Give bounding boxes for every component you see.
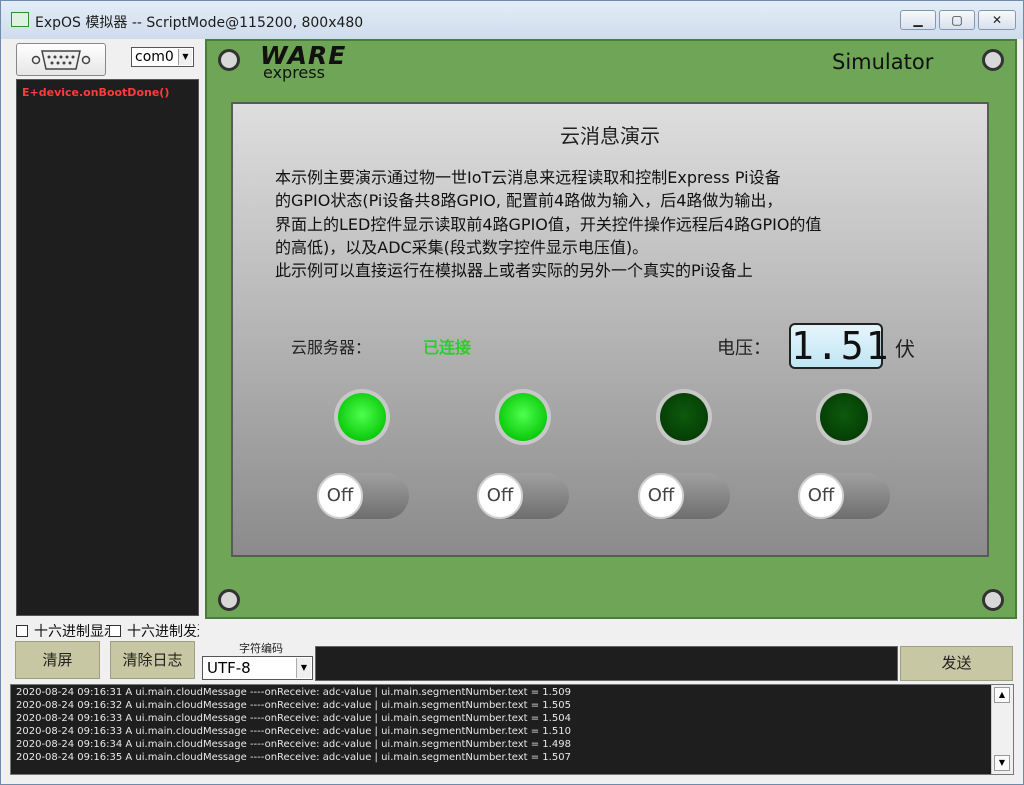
log-scrollbar[interactable]: ▲ ▼ [991, 685, 1013, 774]
title-bar: ExpOS 模拟器 -- ScriptMode@115200, 800x480 … [1, 1, 1023, 39]
console-line: E+device.onBootDone() [22, 86, 170, 99]
log-line: 2020-08-24 09:16:32 A ui.main.cloudMessa… [16, 700, 571, 711]
led-indicator-1 [334, 389, 390, 445]
server-status: 已连接 [423, 338, 472, 357]
log-line: 2020-08-24 09:16:33 A ui.main.cloudMessa… [16, 713, 571, 724]
simulator-board: WARE express Simulator 云消息演示 本示例主要演示通过物一… [205, 39, 1017, 619]
minimize-button[interactable]: ▁ [900, 10, 936, 30]
description-line: 的高低)，以及ADC采集(段式数字控件显示电压值)。 [275, 237, 649, 257]
gpio-switch-1[interactable]: Off [317, 473, 409, 519]
gpio-switch-4[interactable]: Off [798, 473, 890, 519]
chevron-down-icon: ▼ [178, 49, 192, 65]
led-indicator-2 [495, 389, 551, 445]
send-button[interactable]: 发送 [900, 646, 1013, 681]
screw-icon [218, 49, 240, 71]
log-panel[interactable]: 2020-08-24 09:16:31 A ui.main.cloudMessa… [10, 684, 1014, 775]
switch-knob: Off [317, 473, 363, 519]
window-title: ExpOS 模拟器 -- ScriptMode@115200, 800x480 [35, 15, 364, 31]
encoding-label: 字符编码 [239, 642, 283, 655]
description-line: 的GPIO状态(Pi设备共8路GPIO, 配置前4路做为输入，后4路做为输出， [275, 191, 783, 211]
scroll-up-icon[interactable]: ▲ [994, 687, 1010, 703]
chevron-down-icon: ▼ [296, 658, 311, 678]
simulator-label: Simulator [832, 50, 934, 74]
voltage-label: 电压： [717, 338, 771, 359]
device-console[interactable]: E+device.onBootDone() [16, 79, 199, 616]
hex-send-checkbox[interactable]: 十六进制发送 [109, 621, 199, 637]
screw-icon [218, 589, 240, 611]
brand-logo-express: express [263, 63, 325, 82]
hex-display-label: 十六进制显示 [34, 624, 111, 637]
led-light [338, 393, 386, 441]
led-indicator-3 [656, 389, 712, 445]
port-select-value: com0 [135, 49, 174, 65]
log-line: 2020-08-24 09:16:34 A ui.main.cloudMessa… [16, 739, 571, 750]
hex-display-checkbox[interactable]: 十六进制显示 [16, 621, 111, 637]
device-screen: 云消息演示 本示例主要演示通过物一世IoT云消息来远程读取和控制Express … [231, 102, 989, 557]
description-line: 本示例主要演示通过物一世IoT云消息来远程读取和控制Express Pi设备 [275, 168, 781, 187]
screw-icon [982, 589, 1004, 611]
maximize-button[interactable]: ▢ [939, 10, 975, 30]
description: 本示例主要演示通过物一世IoT云消息来远程读取和控制Express Pi设备 的… [275, 166, 975, 282]
encoding-value: UTF-8 [207, 659, 251, 677]
app-window-icon [11, 12, 29, 27]
description-line: 界面上的LED控件显示读取前4路GPIO值，开关控件操作远程后4路GPIO的值 [275, 214, 822, 234]
led-light [499, 393, 547, 441]
hex-send-label: 十六进制发送 [127, 624, 199, 637]
port-select[interactable]: com0 ▼ [131, 47, 194, 67]
switch-knob: Off [638, 473, 684, 519]
serial-port-icon [31, 50, 91, 70]
log-line: 2020-08-24 09:16:33 A ui.main.cloudMessa… [16, 726, 571, 737]
serial-port-button[interactable] [16, 43, 106, 76]
checkbox-box [16, 625, 28, 637]
led-light [820, 393, 868, 441]
clear-log-button[interactable]: 清除日志 [110, 641, 195, 679]
gpio-switch-3[interactable]: Off [638, 473, 730, 519]
screen-heading: 云消息演示 [560, 124, 660, 148]
switch-knob: Off [798, 473, 844, 519]
voltage-unit: 伏 [895, 337, 915, 361]
voltage-segment-display: 1.51 [789, 323, 891, 369]
switch-knob: Off [477, 473, 523, 519]
scroll-down-icon[interactable]: ▼ [994, 755, 1010, 771]
led-indicator-4 [816, 389, 872, 445]
led-light [660, 393, 708, 441]
screw-icon [982, 49, 1004, 71]
clear-screen-button[interactable]: 清屏 [15, 641, 100, 679]
log-line: 2020-08-24 09:16:31 A ui.main.cloudMessa… [16, 687, 571, 698]
app-window: ExpOS 模拟器 -- ScriptMode@115200, 800x480 … [0, 0, 1024, 785]
close-button[interactable]: ✕ [978, 10, 1016, 30]
send-input[interactable] [315, 646, 898, 681]
gpio-switch-2[interactable]: Off [477, 473, 569, 519]
description-line: 此示例可以直接运行在模拟器上或者实际的另外一个真实的Pi设备上 [275, 261, 753, 281]
server-label: 云服务器： [291, 338, 372, 357]
encoding-select[interactable]: UTF-8 ▼ [202, 656, 313, 680]
checkbox-box [109, 625, 121, 637]
log-line: 2020-08-24 09:16:35 A ui.main.cloudMessa… [16, 752, 571, 763]
